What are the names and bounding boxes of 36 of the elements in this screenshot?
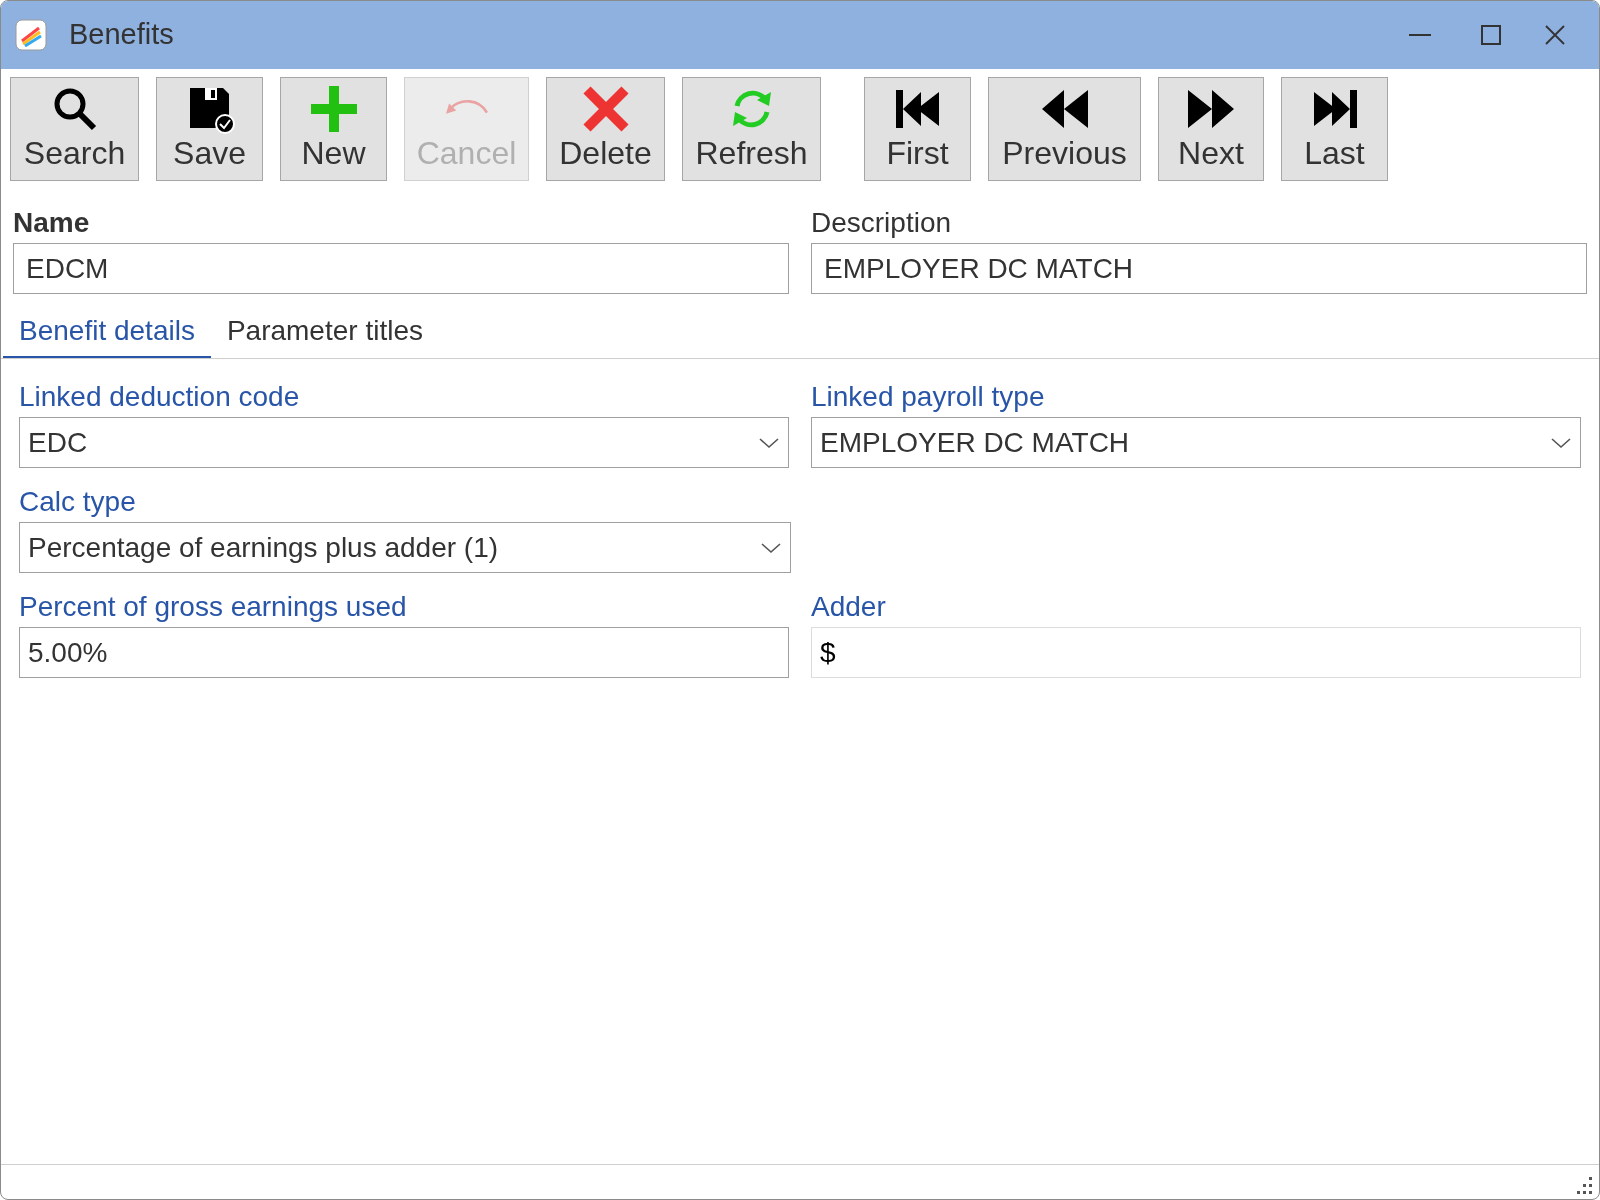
plus-icon — [308, 84, 359, 134]
delete-x-icon — [580, 84, 631, 134]
input-field[interactable]: 5.00% — [19, 627, 789, 678]
chevron-down-icon — [758, 435, 780, 450]
dropdown[interactable]: Percentage of earnings plus adder (1) — [19, 522, 791, 573]
toolbar-button[interactable]: Save — [156, 77, 263, 181]
window-title: Benefits — [69, 17, 174, 53]
toolbar-button[interactable]: Refresh — [682, 77, 821, 181]
chevron-down-icon — [760, 540, 782, 555]
minimize-icon[interactable] — [1409, 33, 1431, 37]
tab[interactable]: Benefit details — [3, 306, 211, 358]
input-field[interactable]: EDCM — [13, 243, 789, 294]
toolbar-button[interactable]: Previous — [988, 77, 1141, 181]
app-icon — [15, 19, 47, 51]
tab[interactable]: Parameter titles — [210, 306, 439, 358]
chevron-down-icon — [1550, 435, 1572, 450]
toolbar-button[interactable]: Last — [1281, 77, 1388, 181]
field-label: Linked payroll type — [811, 380, 1046, 414]
undo-arrow-icon — [444, 98, 489, 116]
toolbar-button[interactable]: New — [280, 77, 387, 181]
field-label: Calc type — [19, 485, 137, 519]
field-label: Linked deduction code — [19, 380, 301, 414]
toolbar-button[interactable]: Next — [1158, 77, 1264, 181]
field-label: Percent of gross earnings used — [19, 590, 408, 624]
input-field[interactable]: EMPLOYER DC MATCH — [811, 243, 1587, 294]
field-label: Adder — [811, 590, 887, 624]
dropdown[interactable]: EMPLOYER DC MATCH — [811, 417, 1581, 468]
toolbar-button[interactable]: Delete — [546, 77, 665, 181]
maximize-icon[interactable] — [1481, 25, 1501, 45]
toolbar-button[interactable]: Search — [10, 77, 139, 181]
field-label: Name — [13, 206, 91, 240]
close-icon[interactable] — [1545, 25, 1565, 45]
toolbar-button[interactable]: First — [864, 77, 971, 181]
dropdown[interactable]: EDC — [19, 417, 789, 468]
field-label: Description — [811, 206, 953, 240]
input-field[interactable]: $ — [811, 627, 1581, 678]
